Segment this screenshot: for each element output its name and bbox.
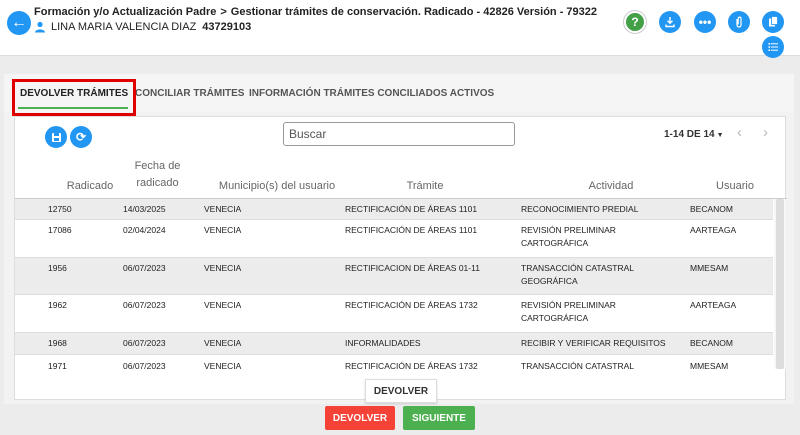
header-actividad[interactable]: Actividad: [571, 179, 651, 194]
cell-municipio: VENECIA: [204, 361, 242, 369]
cell-actividad: REVISIÓN PRELIMINAR: [521, 225, 616, 235]
next-page-icon[interactable]: ›: [763, 124, 768, 141]
cell-usuario: BECANOM: [690, 204, 733, 214]
back-arrow-icon[interactable]: ←: [7, 11, 31, 35]
table-row[interactable]: 17086 02/04/2024 VENECIA RECTIFICACIÓN D…: [15, 220, 773, 258]
cell-actividad: REVISIÓN PRELIMINAR: [521, 300, 616, 310]
table-header: Radicado Fecha de radicado Municipio(s) …: [15, 155, 787, 199]
cell-actividad: TRANSACCIÓN CATASTRAL: [521, 263, 635, 273]
table-row[interactable]: 1971 06/07/2023 VENECIA RECTIFICACIÓN DE…: [15, 355, 773, 369]
cell-tramite: INFORMALIDADES: [345, 338, 421, 348]
user-name: LINA MARIA VALENCIA DIAZ: [51, 21, 197, 33]
cell-usuario: BECANOM: [690, 338, 733, 348]
cell-actividad: RECIBIR Y VERIFICAR REQUISITOS: [521, 338, 666, 348]
table-row[interactable]: 1968 06/07/2023 VENECIA INFORMALIDADES R…: [15, 333, 773, 355]
table-body: 12750 14/03/2025 VENECIA RECTIFICACIÓN D…: [15, 199, 773, 369]
cell-fecha: 02/04/2024: [123, 225, 166, 235]
cell-municipio: VENECIA: [204, 263, 242, 273]
documents-icon[interactable]: [762, 11, 784, 33]
cell-radicado: 1968: [48, 338, 67, 348]
cell-tramite: RECTIFICACIÓN DE ÁREAS 1101: [345, 204, 478, 214]
cell-radicado: 1971: [48, 361, 67, 369]
table-scrollbar[interactable]: [774, 199, 786, 369]
help-icon[interactable]: ?: [624, 11, 646, 33]
list-icon[interactable]: [762, 36, 784, 58]
highlight-box: [12, 79, 136, 116]
cell-municipio: VENECIA: [204, 204, 242, 214]
cell-usuario: AARTEAGA: [690, 225, 737, 235]
cell-radicado: 17086: [48, 225, 72, 235]
breadcrumb-parent[interactable]: Formación y/o Actualización Padre: [34, 6, 216, 18]
search-input[interactable]: [283, 122, 515, 146]
siguiente-button[interactable]: SIGUIENTE: [403, 406, 475, 430]
caret-down-icon: ▼: [716, 132, 724, 139]
user-info: LINA MARIA VALENCIA DIAZ 43729103: [34, 21, 251, 33]
cell-fecha: 06/07/2023: [123, 300, 166, 310]
scrollbar-thumb[interactable]: [776, 199, 784, 369]
save-icon[interactable]: [45, 126, 67, 148]
pagination-label: 1-14 DE 14: [664, 129, 715, 140]
header-fecha-line2[interactable]: radicado: [130, 176, 185, 191]
devolver-button[interactable]: DEVOLVER: [325, 406, 395, 430]
tab-conciliar-tramites[interactable]: CONCILIAR TRÁMITES: [135, 88, 244, 99]
table-row[interactable]: 1956 06/07/2023 VENECIA RECTIFICACION DE…: [15, 258, 773, 295]
table-row[interactable]: 12750 14/03/2025 VENECIA RECTIFICACIÓN D…: [15, 199, 773, 220]
page-header: ← Formación y/o Actualización Padre > Gest…: [0, 0, 800, 58]
cell-tramite: RECTIFICACIÓN DE ÁREAS 1732: [345, 361, 478, 369]
cell-tramite: RECTIFICACIÓN DE ÁREAS 1732: [345, 300, 478, 310]
attachment-icon[interactable]: [728, 11, 750, 33]
devolver-inner-button[interactable]: DEVOLVER: [365, 379, 437, 403]
cell-actividad-line2: GEOGRÁFICA: [521, 276, 578, 286]
user-icon: [35, 21, 45, 33]
cell-municipio: VENECIA: [204, 300, 242, 310]
header-fecha-line1[interactable]: Fecha de: [130, 159, 185, 174]
cell-radicado: 12750: [48, 204, 72, 214]
download-icon[interactable]: [659, 11, 681, 33]
user-id: 43729103: [202, 21, 252, 33]
cell-radicado: 1962: [48, 300, 67, 310]
cell-tramite: RECTIFICACIÓN DE ÁREAS 1101: [345, 225, 478, 235]
table-row[interactable]: 1962 06/07/2023 VENECIA RECTIFICACIÓN DE…: [15, 295, 773, 333]
cell-actividad-line2: CARTOGRÁFICA: [521, 238, 589, 248]
header-municipio[interactable]: Municipio(s) del usuario: [207, 179, 347, 194]
cell-actividad: TRANSACCIÓN CATASTRAL: [521, 361, 635, 369]
refresh-icon[interactable]: ⟳: [70, 126, 92, 148]
more-icon[interactable]: •••: [694, 11, 716, 33]
cell-municipio: VENECIA: [204, 225, 242, 235]
chevron-right-icon: >: [220, 6, 227, 18]
previous-page-icon[interactable]: ‹: [737, 124, 742, 141]
header-tramite[interactable]: Trámite: [395, 179, 455, 194]
cell-fecha: 14/03/2025: [123, 204, 166, 214]
cell-fecha: 06/07/2023: [123, 263, 166, 273]
cell-usuario: MMESAM: [690, 361, 729, 369]
tab-informacion-tramites-conciliados[interactable]: INFORMACIÓN TRÁMITES CONCILIADOS ACTIVOS: [249, 88, 494, 99]
header-radicado[interactable]: Radicado: [55, 179, 125, 194]
tramites-table-card: ⟳ 1-14 DE 14▼ ‹ › Radicado Fecha de radi…: [14, 116, 787, 403]
cell-usuario: AARTEAGA: [690, 300, 737, 310]
pagination-range[interactable]: 1-14 DE 14 ▼: [664, 129, 724, 140]
main-panel: DEVOLVER TRÁMITES CONCILIAR TRÁMITES INF…: [4, 74, 794, 404]
cell-radicado: 1956: [48, 263, 67, 273]
breadcrumb: Formación y/o Actualización Padre > Gestio…: [34, 6, 597, 18]
header-usuario[interactable]: Usuario: [705, 179, 765, 194]
breadcrumb-current: Gestionar trámites de conservación. Radi…: [230, 6, 598, 18]
cell-actividad-line2: CARTOGRÁFICA: [521, 313, 589, 323]
cell-fecha: 06/07/2023: [123, 361, 166, 369]
cell-usuario: MMESAM: [690, 263, 729, 273]
cell-municipio: VENECIA: [204, 338, 242, 348]
cell-fecha: 06/07/2023: [123, 338, 166, 348]
cell-tramite: RECTIFICACION DE ÁREAS 01-11: [345, 263, 480, 273]
cell-actividad: RECONOCIMIENTO PREDIAL: [521, 204, 639, 214]
